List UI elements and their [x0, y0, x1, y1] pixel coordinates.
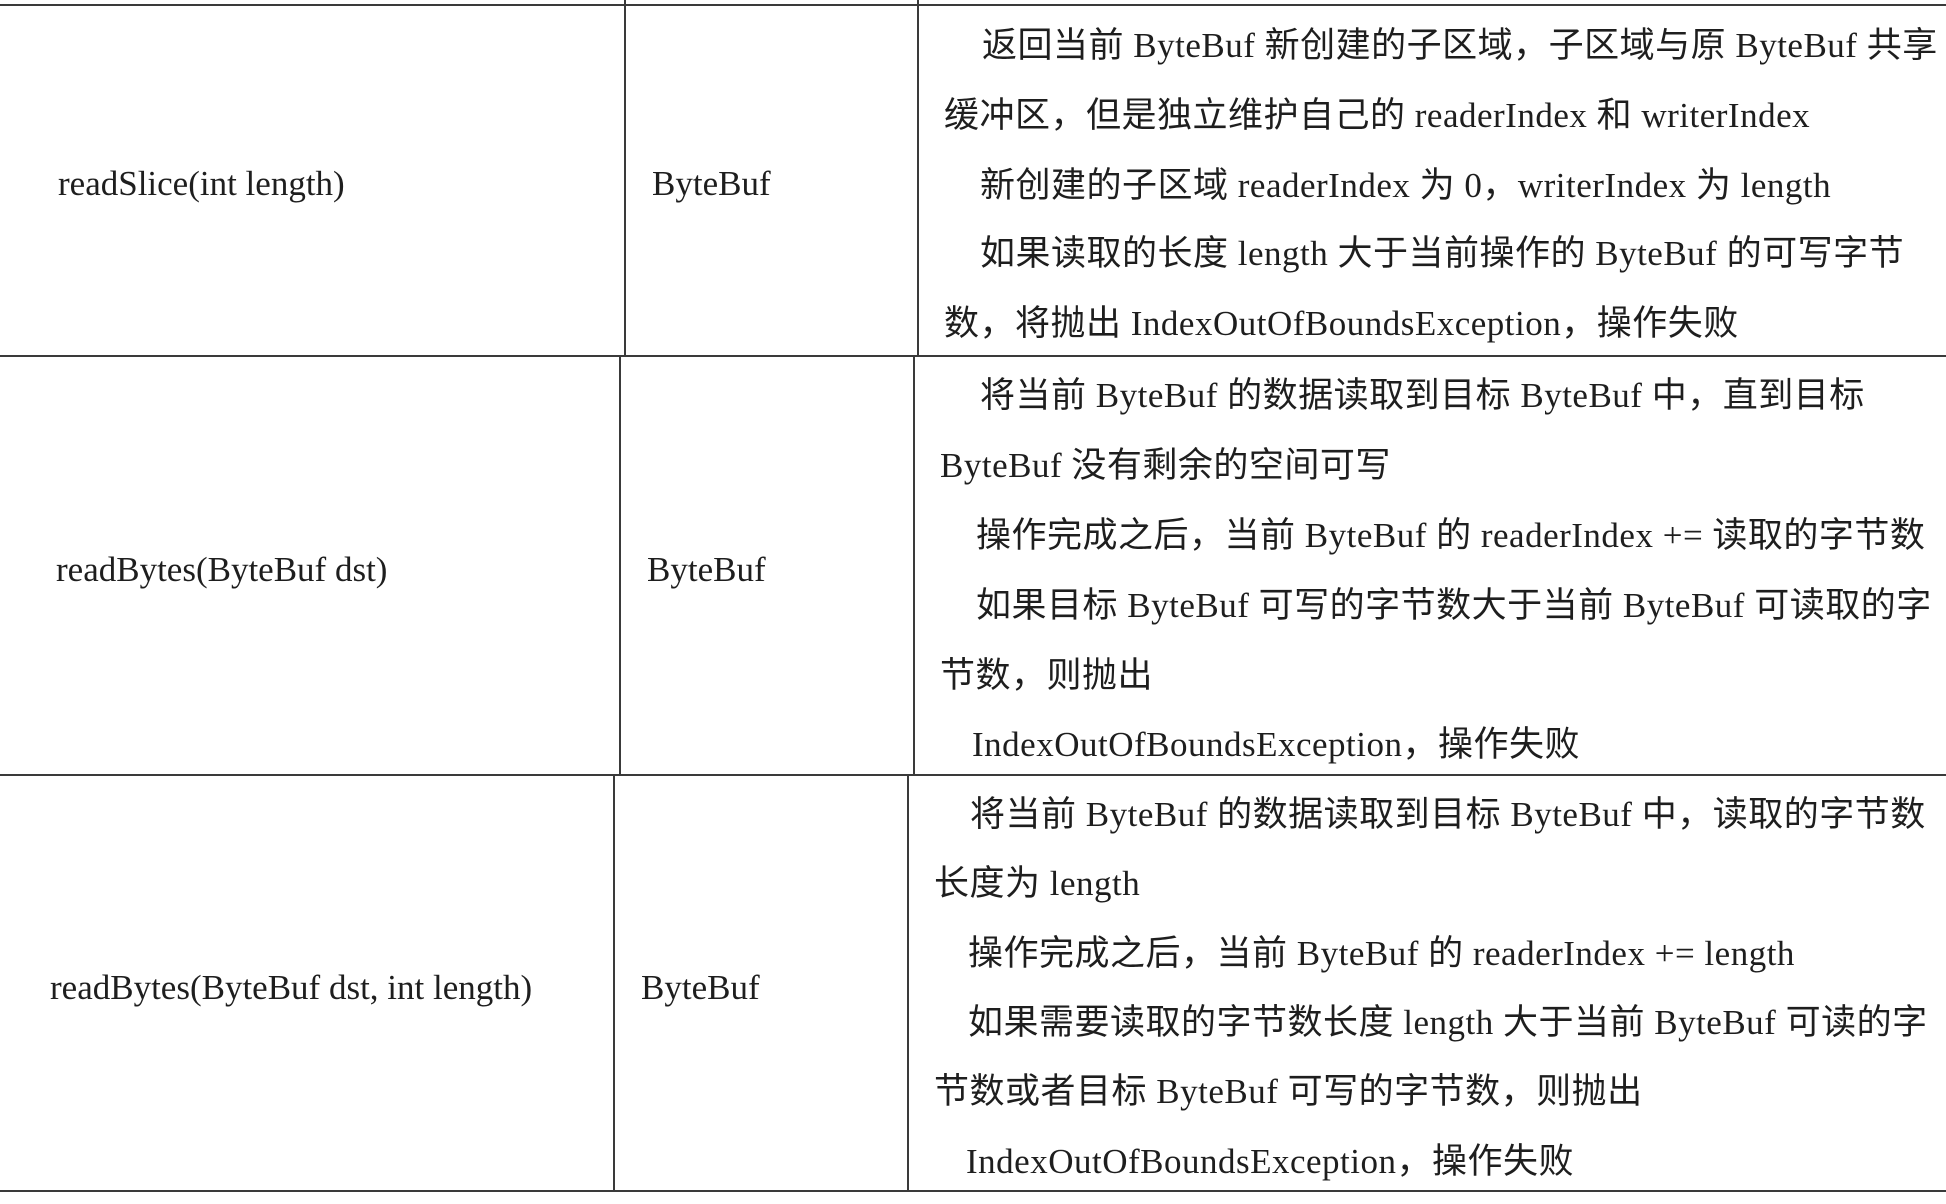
row-divider-2: [0, 774, 1946, 776]
column-divider-1: [624, 0, 626, 356]
table-top-border: [0, 4, 1946, 6]
description-line: 返回当前 ByteBuf 新创建的子区域，子区域与原 ByteBuf 共享: [982, 26, 1938, 65]
table-bottom-border: [0, 1190, 1946, 1192]
description-line: 将当前 ByteBuf 的数据读取到目标 ByteBuf 中，直到目标: [980, 376, 1865, 415]
method-name-cell: readBytes(ByteBuf dst, int length): [50, 968, 533, 1007]
column-divider-1: [619, 356, 621, 776]
description-line: 将当前 ByteBuf 的数据读取到目标 ByteBuf 中，读取的字节数: [970, 795, 1926, 834]
return-type-cell: ByteBuf: [652, 164, 771, 203]
description-line: 操作完成之后，当前 ByteBuf 的 readerIndex += 读取的字节…: [976, 516, 1926, 555]
description-line: IndexOutOfBoundsException，操作失败: [966, 1142, 1574, 1181]
description-line: 节数，则抛出: [940, 656, 1154, 695]
description-line: 新创建的子区域 readerIndex 为 0，writerIndex 为 le…: [980, 166, 1832, 205]
description-line: 缓冲区，但是独立维护自己的 readerIndex 和 writerIndex: [944, 96, 1811, 135]
method-table: readSlice(int length) ByteBuf 返回当前 ByteB…: [0, 0, 1946, 1204]
method-name-cell: readSlice(int length): [58, 164, 345, 203]
column-divider-2: [907, 776, 909, 1192]
description-line: ByteBuf 没有剩余的空间可写: [940, 446, 1391, 485]
row-divider-1: [0, 355, 1946, 357]
column-divider-2: [913, 356, 915, 776]
column-divider-1: [613, 776, 615, 1192]
description-line: 操作完成之后，当前 ByteBuf 的 readerIndex += lengt…: [968, 934, 1795, 973]
description-line: 如果读取的长度 length 大于当前操作的 ByteBuf 的可写字节: [980, 234, 1905, 273]
method-name-cell: readBytes(ByteBuf dst): [56, 550, 388, 589]
return-type-cell: ByteBuf: [641, 968, 760, 1007]
description-line: 如果目标 ByteBuf 可写的字节数大于当前 ByteBuf 可读取的字: [976, 586, 1932, 625]
description-line: 节数或者目标 ByteBuf 可写的字节数，则抛出: [934, 1072, 1643, 1111]
description-line: IndexOutOfBoundsException，操作失败: [972, 725, 1580, 764]
return-type-cell: ByteBuf: [647, 550, 766, 589]
description-line: 长度为 length: [934, 864, 1141, 903]
column-divider-2: [917, 0, 919, 356]
description-line: 数，将抛出 IndexOutOfBoundsException，操作失败: [944, 304, 1739, 343]
description-line: 如果需要读取的字节数长度 length 大于当前 ByteBuf 可读的字: [968, 1003, 1928, 1042]
